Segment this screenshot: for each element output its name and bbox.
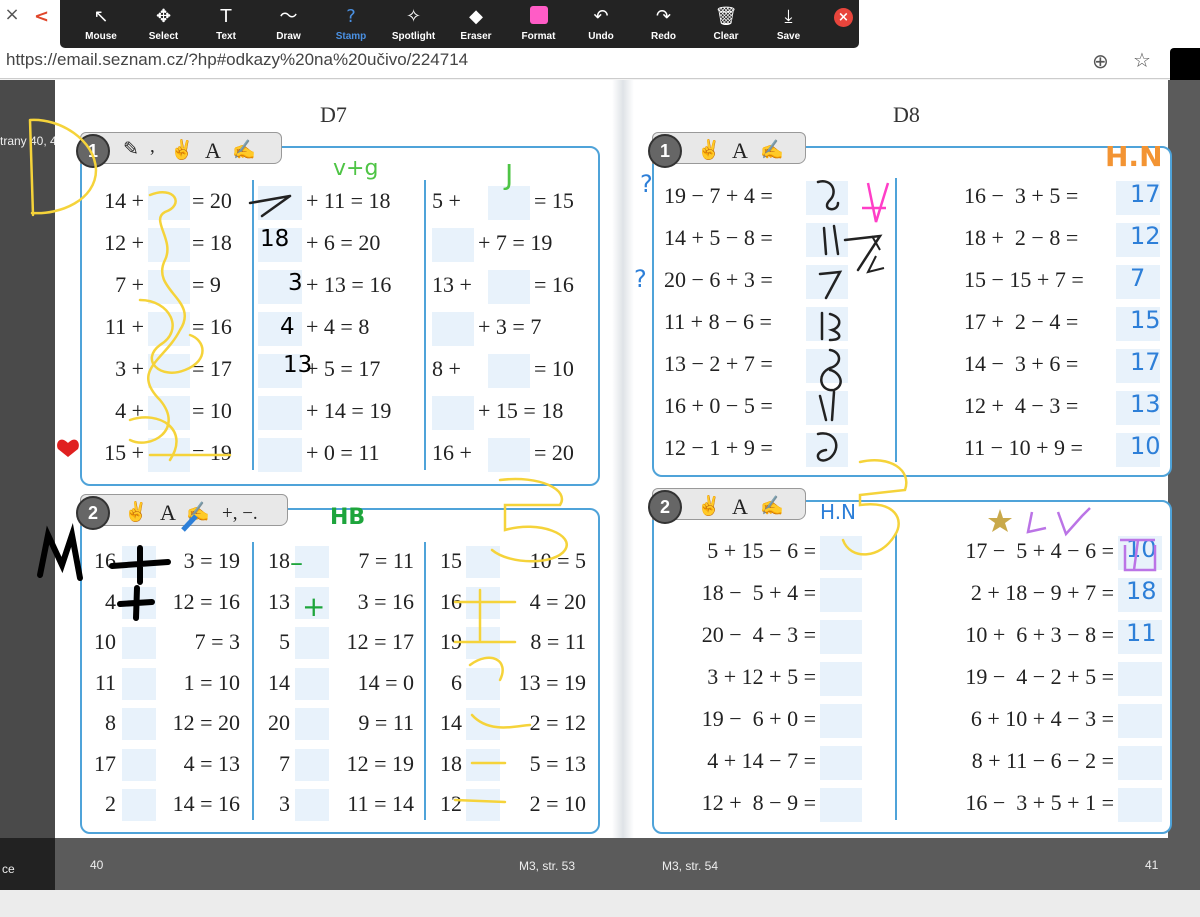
black-scribble (818, 390, 836, 422)
black-scribble (37, 523, 83, 581)
handwritten-answer: 13 (283, 352, 313, 378)
heart-stamp-icon (57, 439, 79, 457)
question-mark-stamp: ? (634, 265, 647, 293)
handwritten-note-hn: H.N (1105, 140, 1163, 173)
question-mark-stamp: ? (640, 170, 653, 198)
purple-scribble (1026, 507, 1091, 537)
handwritten-note-j: J (505, 158, 514, 191)
handwritten-note-hn: H.N (820, 500, 857, 524)
yellow-scribble (128, 191, 187, 444)
black-scribble (866, 235, 885, 274)
black-scribble (816, 180, 840, 211)
pink-scribble (862, 182, 890, 223)
black-scribble (816, 432, 838, 462)
handwritten-note-hb: HB (330, 505, 366, 530)
handwritten-answer: 18 (260, 226, 290, 252)
blue-stroke (181, 514, 198, 532)
yellow-scribble (128, 298, 232, 462)
handwritten-note-vg: v+g (333, 156, 379, 181)
handwritten-minus: – (290, 548, 303, 578)
yellow-scribble (490, 477, 568, 563)
black-scribble (820, 311, 841, 342)
black-scribble (820, 348, 842, 392)
handwritten-plus: + (302, 590, 326, 623)
black-scribble (822, 224, 840, 256)
black-scribble (109, 545, 171, 621)
black-scribble (818, 270, 843, 300)
handwritten-answer: 4 (280, 314, 295, 340)
handwritten-answer: 3 (288, 270, 303, 296)
yellow-scribble (28, 118, 98, 217)
yellow-scribble (453, 588, 532, 804)
black-scribble (248, 194, 292, 218)
star-stamp-icon (988, 509, 1012, 532)
annotation-layer (28, 118, 1157, 804)
purple-scribble (1120, 538, 1157, 572)
